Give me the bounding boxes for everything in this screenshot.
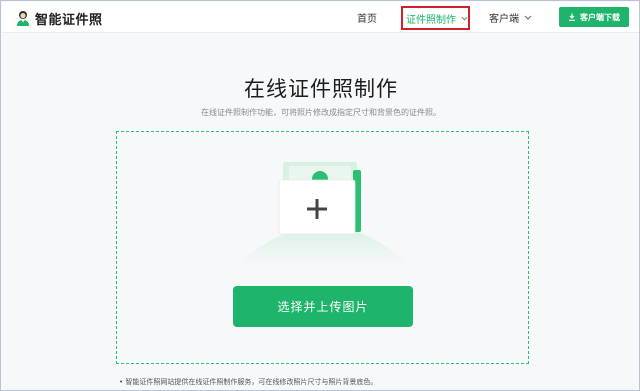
chevron-down-icon: [461, 16, 468, 20]
page-subtitle: 在线证件照制作功能，可将照片修改成指定尺寸和背景色的证件照。: [201, 108, 441, 117]
nav-client-label: 客户端: [489, 14, 519, 25]
chevron-down-icon: [524, 15, 532, 20]
app-window: 智能证件照 首页 证件照制作 客户端 客户端下载 在线证件照制作 在线证件照制作…: [0, 0, 640, 391]
nav-client[interactable]: 客户端: [489, 10, 532, 25]
page-title: 在线证件照制作: [244, 77, 398, 101]
nav-home-label: 首页: [357, 14, 377, 25]
upload-dropzone[interactable]: 选择并上传图片: [116, 131, 529, 364]
download-icon: [569, 13, 575, 21]
nav-home[interactable]: 首页: [357, 10, 377, 25]
logo-person-icon: [17, 11, 29, 26]
upload-illustration: [236, 162, 411, 266]
logo-text: 智能证件照: [35, 12, 103, 28]
nav-id-photo-label: 证件照制作: [406, 14, 456, 26]
client-download-label: 客户端下载: [580, 12, 620, 22]
top-navbar: 智能证件照 首页 证件照制作 客户端 客户端下载: [2, 2, 639, 33]
nav-id-photo[interactable]: 证件照制作: [401, 6, 470, 30]
client-download-button[interactable]: 客户端下载: [559, 7, 629, 27]
site-logo[interactable]: 智能证件照: [16, 9, 103, 28]
footer-note: • 智能证件照网站提供在线证件照制作服务，可在线修改照片尺寸与照片背景底色。: [119, 378, 378, 386]
select-upload-button[interactable]: 选择并上传图片: [233, 286, 413, 327]
